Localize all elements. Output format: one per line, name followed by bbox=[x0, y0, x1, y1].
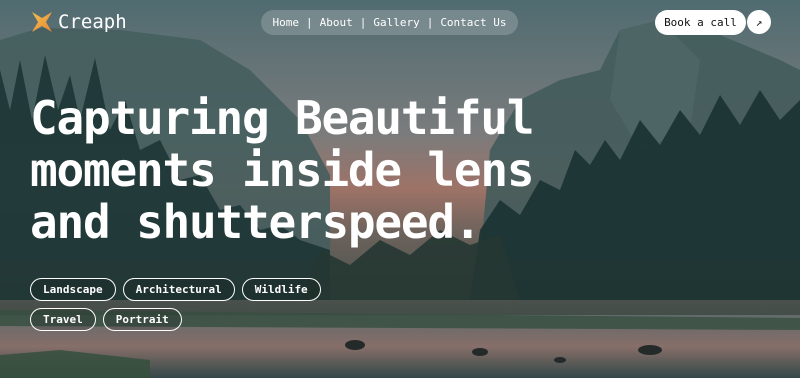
nav-separator: | bbox=[359, 16, 367, 29]
nav-link-about[interactable]: About bbox=[320, 16, 353, 29]
top-navigation-bar: Creaph Home | About | Gallery | Contact … bbox=[0, 0, 800, 44]
tag-architectural[interactable]: Architectural bbox=[122, 278, 235, 301]
brand-logo[interactable]: Creaph bbox=[30, 10, 127, 34]
tag-wildlife[interactable]: Wildlife bbox=[241, 278, 321, 301]
nav-link-home[interactable]: Home bbox=[272, 16, 299, 29]
tag-row-2: Travel Portrait bbox=[30, 308, 350, 331]
hero-line-1: Capturing Beautiful bbox=[30, 91, 535, 145]
tag-row-1: Landscape Architectural Wildlife bbox=[30, 278, 350, 301]
tag-travel[interactable]: Travel bbox=[30, 308, 96, 331]
tag-portrait[interactable]: Portrait bbox=[102, 308, 182, 331]
nav-separator: | bbox=[426, 16, 434, 29]
book-a-call-button[interactable]: Book a call bbox=[655, 10, 746, 35]
nav-link-gallery[interactable]: Gallery bbox=[373, 16, 419, 29]
brand-name: Creaph bbox=[58, 11, 127, 33]
arrow-up-right-icon[interactable]: ↗ bbox=[747, 10, 771, 34]
hero-headline: Capturing Beautiful moments inside lens … bbox=[30, 92, 590, 248]
nav-separator: | bbox=[305, 16, 313, 29]
main-menu: Home | About | Gallery | Contact Us bbox=[261, 10, 518, 35]
star-logo-icon bbox=[32, 12, 52, 32]
hero-line-3: and shutterspeed. bbox=[30, 195, 482, 249]
category-tags: Landscape Architectural Wildlife Travel … bbox=[30, 278, 350, 338]
nav-link-contact[interactable]: Contact Us bbox=[440, 16, 506, 29]
hero-line-2: moments inside lens bbox=[30, 143, 535, 197]
tag-landscape[interactable]: Landscape bbox=[30, 278, 116, 301]
